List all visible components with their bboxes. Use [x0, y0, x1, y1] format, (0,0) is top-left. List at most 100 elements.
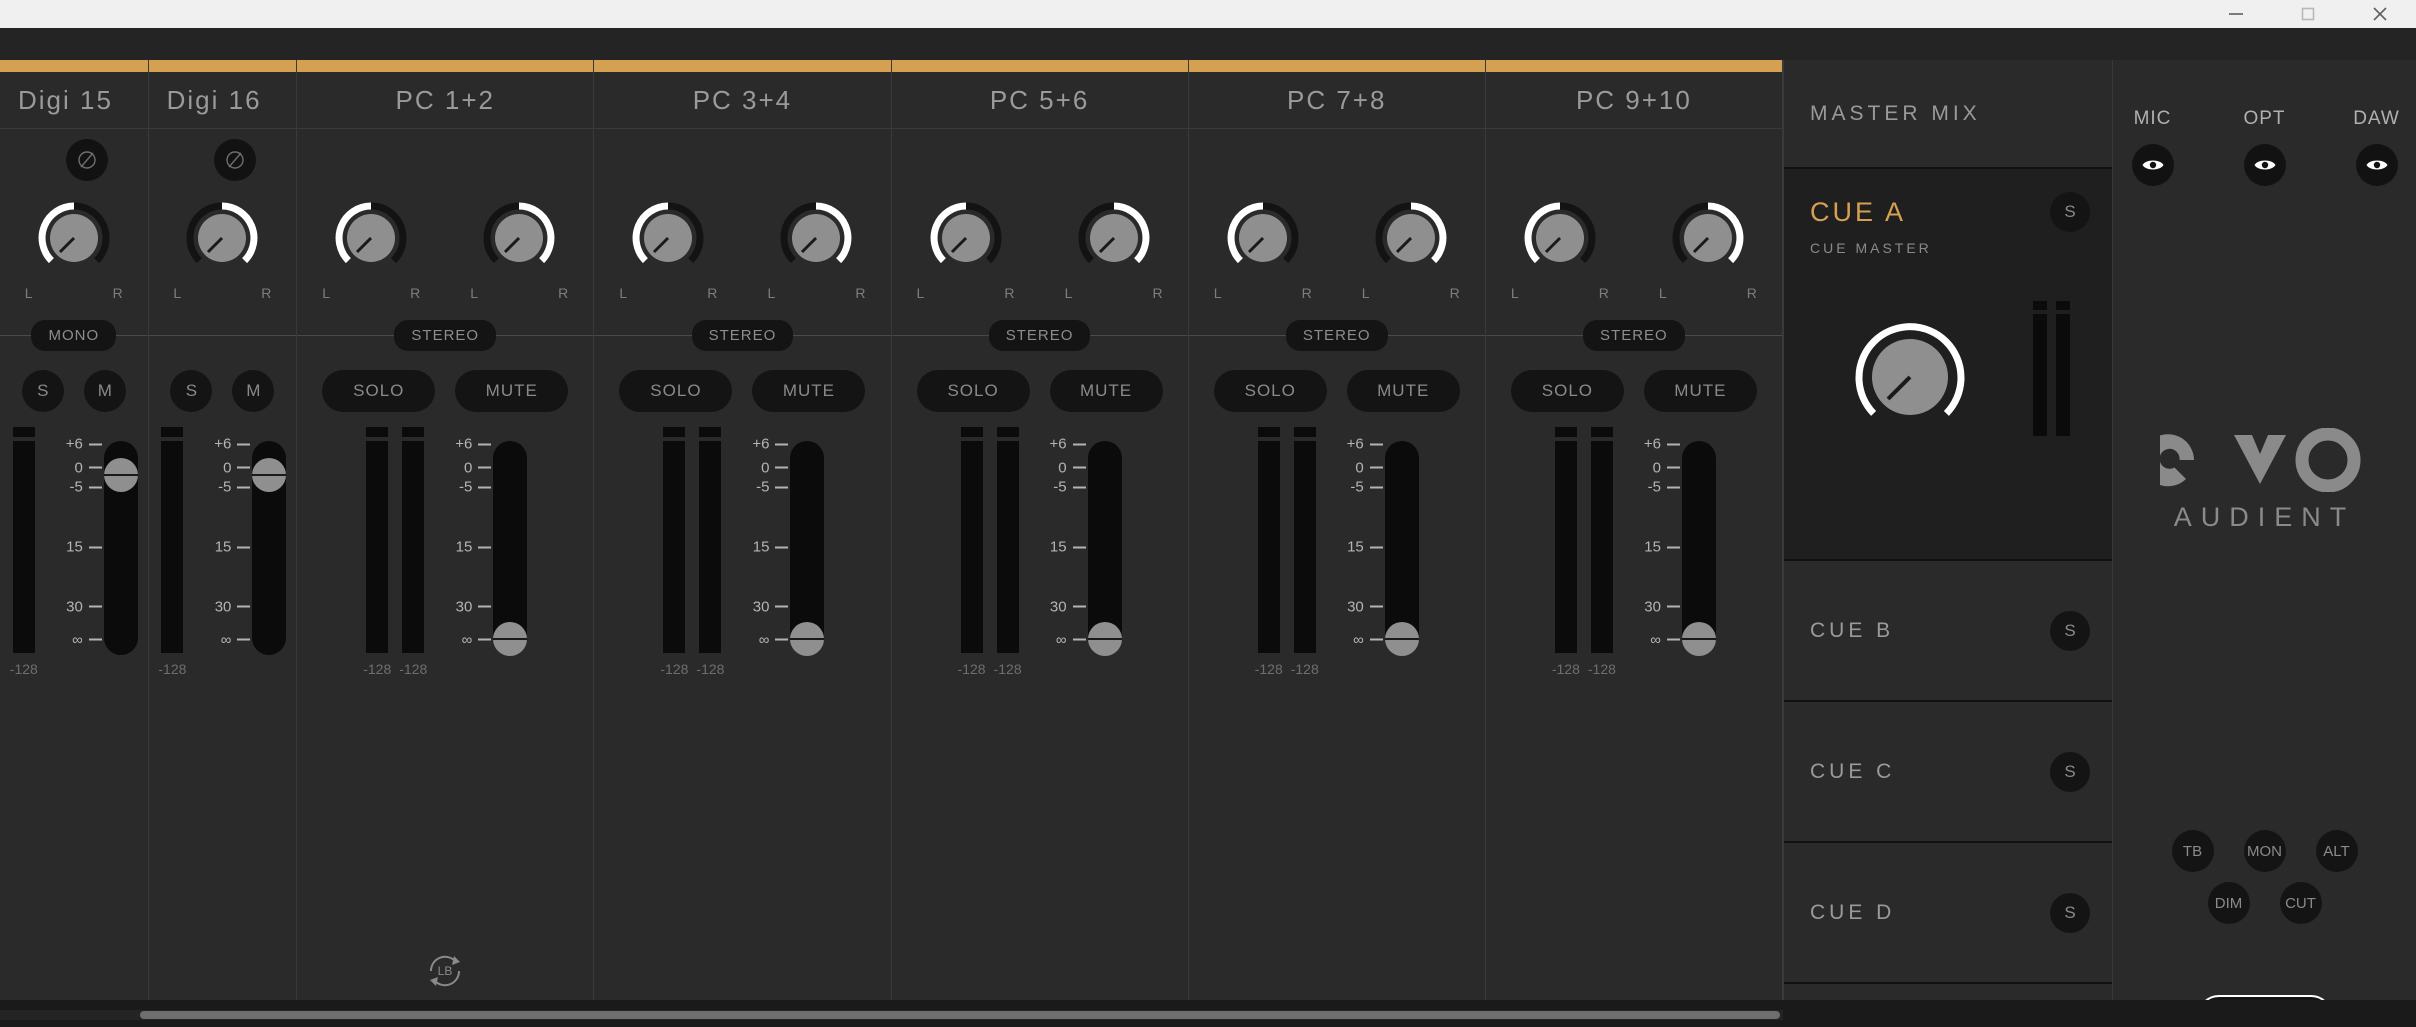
mute-button[interactable]: M	[232, 370, 275, 412]
volume-fader[interactable]	[1087, 441, 1122, 656]
fader-scale-mark	[775, 546, 789, 548]
fader-handle[interactable]	[1384, 622, 1419, 656]
volume-fader[interactable]	[1384, 441, 1419, 656]
fader-scale-tick: 15	[735, 539, 789, 556]
fader-handle[interactable]	[252, 458, 287, 492]
pan-knob[interactable]	[773, 195, 859, 281]
fader-handle[interactable]	[103, 458, 138, 492]
link-mode-divider: STEREO	[891, 309, 1188, 361]
pan-knob[interactable]	[1368, 195, 1454, 281]
cue-row-solo-button[interactable]: S	[2050, 610, 2090, 651]
fader-scale-mark	[1072, 466, 1086, 469]
channel-accent-bar	[891, 60, 1188, 72]
fader-handle[interactable]	[493, 622, 528, 656]
monitor-cut-button[interactable]: CUT	[2279, 882, 2322, 924]
cue-row-label: CUE D	[1810, 900, 1896, 924]
link-mode-divider: STEREO	[1485, 309, 1782, 361]
solo-button[interactable]: S	[170, 370, 213, 412]
pan-knob[interactable]	[31, 195, 117, 281]
cue-row[interactable]: CUE B S	[1784, 561, 2112, 702]
link-mode-pill[interactable]: MONO	[31, 319, 117, 351]
mute-button[interactable]: MUTE	[1346, 370, 1460, 412]
volume-fader[interactable]	[252, 441, 287, 655]
fader-scale-tick: ∞	[1033, 631, 1086, 648]
link-mode-pill[interactable]: STEREO	[691, 319, 794, 351]
monitor-mon-button[interactable]: MON	[2243, 830, 2286, 872]
solo-mute-row: SOLO MUTE	[1486, 361, 1782, 421]
level-meter	[699, 427, 722, 653]
window-close-button[interactable]	[2344, 0, 2416, 28]
cue-a-solo-button[interactable]: S	[2050, 192, 2090, 232]
pan-knob[interactable]	[1071, 195, 1157, 281]
window-maximize-button[interactable]	[2272, 0, 2344, 28]
phase-invert-button[interactable]	[214, 139, 257, 181]
cue-row-solo-button[interactable]: S	[2050, 892, 2090, 933]
level-meter	[960, 427, 983, 653]
fader-scale-mark	[237, 466, 251, 469]
fader-scale-tick: ∞	[197, 631, 251, 648]
pan-knob-wrap: LR	[464, 195, 574, 301]
pan-knob[interactable]	[625, 195, 711, 281]
mute-button[interactable]: MUTE	[455, 370, 569, 412]
window-minimize-button[interactable]	[2200, 0, 2272, 28]
pan-knob[interactable]	[179, 195, 265, 281]
cue-a-section[interactable]: CUE A CUE MASTER S	[1784, 169, 2112, 561]
level-meter	[1257, 427, 1280, 653]
channel-name-label: PC 1+2	[297, 72, 594, 129]
cue-row[interactable]: CUE C S	[1784, 702, 2112, 843]
fader-scale-mark	[88, 546, 102, 548]
pan-knob[interactable]	[1517, 195, 1603, 281]
pan-knob[interactable]	[1220, 195, 1306, 281]
volume-fader[interactable]	[1681, 441, 1716, 656]
source-item: MIC	[2117, 108, 2189, 186]
monitor-tb-button[interactable]: TB	[2171, 830, 2214, 872]
volume-fader[interactable]	[103, 441, 138, 655]
pan-knob[interactable]	[476, 195, 562, 281]
fader-scale-tick: +6	[1033, 436, 1086, 453]
link-mode-pill[interactable]: STEREO	[1285, 319, 1388, 351]
pan-knob[interactable]	[1665, 195, 1751, 281]
fader-scale-mark	[775, 638, 789, 641]
channel-strip: PC 9+10 L R L R STEREO SOLO MUTE -128 -128 +6 0 -5 15…	[1485, 60, 1783, 1000]
mute-button[interactable]: MUTE	[1643, 370, 1757, 412]
cue-row[interactable]: CUE D S	[1784, 843, 2112, 984]
pan-knob[interactable]	[328, 195, 414, 281]
phase-row	[1189, 129, 1485, 191]
cue-a-meters	[2033, 301, 2070, 436]
mute-button[interactable]: M	[83, 370, 126, 412]
link-mode-pill[interactable]: STEREO	[1583, 319, 1685, 351]
horizontal-scrollbar-thumb[interactable]	[140, 1011, 1780, 1019]
fader-scale-label: 0	[1058, 459, 1067, 476]
loopback-button[interactable]: LB	[423, 949, 467, 998]
eye-icon[interactable]	[2131, 144, 2174, 186]
fader-scale-label: 30	[455, 598, 473, 616]
volume-fader[interactable]	[790, 441, 825, 656]
pan-label-right: R	[410, 285, 421, 301]
fader-handle[interactable]	[1087, 622, 1122, 656]
meter-column: -128	[399, 427, 427, 677]
pan-knob[interactable]	[923, 195, 1009, 281]
eye-icon[interactable]	[2243, 144, 2286, 186]
solo-button[interactable]: SOLO	[619, 370, 733, 412]
mute-button[interactable]: MUTE	[1049, 370, 1163, 412]
fader-scale-label: 30	[1049, 598, 1067, 616]
mute-button[interactable]: MUTE	[752, 370, 866, 412]
solo-button[interactable]: SOLO	[1510, 370, 1624, 412]
solo-button[interactable]: SOLO	[322, 370, 436, 412]
fader-handle[interactable]	[790, 622, 825, 656]
eye-icon[interactable]	[2355, 144, 2398, 186]
monitor-dim-button[interactable]: DIM	[2207, 882, 2250, 924]
cue-a-level-knob[interactable]	[1842, 309, 1978, 450]
monitor-alt-button[interactable]: ALT	[2315, 830, 2358, 872]
fader-scale-tick: 0	[1627, 459, 1680, 476]
link-mode-pill[interactable]: STEREO	[988, 319, 1091, 351]
fader-scale-mark	[478, 443, 492, 446]
fader-handle[interactable]	[1681, 622, 1716, 656]
phase-invert-button[interactable]	[65, 139, 108, 181]
cue-row-solo-button[interactable]: S	[2050, 751, 2090, 792]
solo-button[interactable]: S	[21, 370, 64, 412]
volume-fader[interactable]	[493, 441, 528, 656]
solo-button[interactable]: SOLO	[916, 370, 1030, 412]
link-mode-pill[interactable]: STEREO	[394, 319, 497, 351]
solo-button[interactable]: SOLO	[1213, 370, 1327, 412]
